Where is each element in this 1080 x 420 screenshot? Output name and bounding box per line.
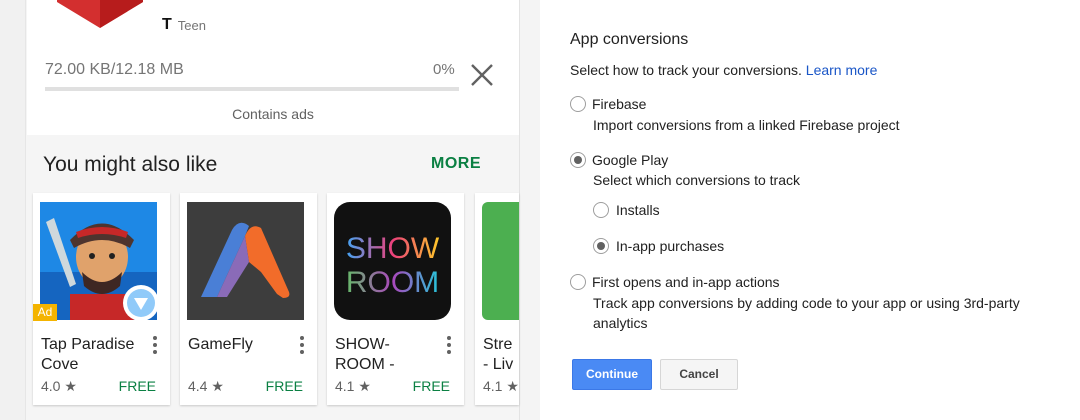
google-play-label[interactable]: Google Play <box>592 152 668 168</box>
app-rating: 4.4 ★ <box>188 378 224 394</box>
section-title: You might also like <box>43 153 218 176</box>
overflow-menu-icon[interactable] <box>295 335 309 355</box>
app-rating: 4.1 ★ <box>483 378 519 394</box>
contains-ads-label: Contains ads <box>232 106 314 122</box>
continue-button[interactable]: Continue <box>572 359 652 390</box>
download-percent: 0% <box>433 61 455 78</box>
overflow-menu-icon[interactable] <box>148 335 162 355</box>
first-opens-radio[interactable] <box>570 274 586 290</box>
showroom-icon-text-2: ROOM <box>346 266 439 299</box>
close-icon[interactable] <box>469 62 495 88</box>
app-price: FREE <box>118 378 156 394</box>
description-text: Select how to track your conversions. <box>570 62 802 78</box>
firebase-radio[interactable] <box>570 96 586 112</box>
installs-label[interactable]: Installs <box>616 202 660 218</box>
pirate-app-icon <box>40 202 157 320</box>
app-icon <box>57 0 143 28</box>
app-name: GameFly <box>188 336 253 353</box>
app-rating: 4.0 ★ <box>41 378 77 394</box>
app-card-gamefly[interactable]: GameFly 4.4 ★ FREE <box>180 193 317 405</box>
showroom-icon-text-1: SHOW <box>346 232 440 265</box>
content-rating-label: Teen <box>177 17 206 33</box>
app-card-tap-paradise[interactable]: Ad Tap Paradise Cove 4.0 ★ FREE <box>33 193 170 405</box>
partial-app-icon <box>482 202 519 320</box>
first-opens-description: Track app conversions by adding code to … <box>593 295 1020 331</box>
download-progress-bar <box>45 87 459 91</box>
app-name: Stre - Liv <box>483 336 514 373</box>
panel-title: App conversions <box>570 31 689 48</box>
showroom-app-icon: SHOW ROOM <box>334 202 451 320</box>
app-rating: 4.1 ★ <box>335 378 371 394</box>
google-play-radio[interactable] <box>570 152 586 168</box>
cancel-button[interactable]: Cancel <box>660 359 738 390</box>
app-conversions-panel: App conversions Select how to track your… <box>540 0 1080 420</box>
phone-bezel-right <box>519 0 540 420</box>
content-rating: T Teen <box>162 16 206 34</box>
google-play-description: Select which conversions to track <box>593 172 800 188</box>
phone-bezel-left <box>0 0 26 420</box>
firebase-label[interactable]: Firebase <box>592 96 646 112</box>
overflow-menu-icon[interactable] <box>442 335 456 355</box>
app-price: FREE <box>265 378 303 394</box>
install-card: T Teen 72.00 KB/12.18 MB 0% Contains ads <box>27 0 519 135</box>
app-name: Tap Paradise Cove <box>41 336 135 373</box>
play-store-screen: T Teen 72.00 KB/12.18 MB 0% Contains ads… <box>0 0 540 420</box>
download-size: 72.00 KB/12.18 MB <box>45 61 184 78</box>
panel-description: Select how to track your conversions. Le… <box>570 62 877 78</box>
learn-more-link[interactable]: Learn more <box>806 62 878 78</box>
ad-badge: Ad <box>33 304 57 321</box>
in-app-purchases-radio[interactable] <box>593 238 609 254</box>
app-price: FREE <box>412 378 450 394</box>
gamefly-app-icon <box>187 202 304 320</box>
app-name: SHOW-ROOM - <box>335 336 395 373</box>
app-card-showroom[interactable]: SHOW ROOM SHOW-ROOM - 4.1 ★ FREE <box>327 193 464 405</box>
firebase-description: Import conversions from a linked Firebas… <box>593 117 900 133</box>
in-app-purchases-label[interactable]: In-app purchases <box>616 238 724 254</box>
more-button[interactable]: MORE <box>431 155 481 173</box>
installs-radio[interactable] <box>593 202 609 218</box>
teen-rating-icon: T <box>162 16 172 33</box>
first-opens-label[interactable]: First opens and in-app actions <box>592 274 780 290</box>
app-card-partial[interactable]: Stre - Liv 4.1 ★ <box>475 193 519 405</box>
